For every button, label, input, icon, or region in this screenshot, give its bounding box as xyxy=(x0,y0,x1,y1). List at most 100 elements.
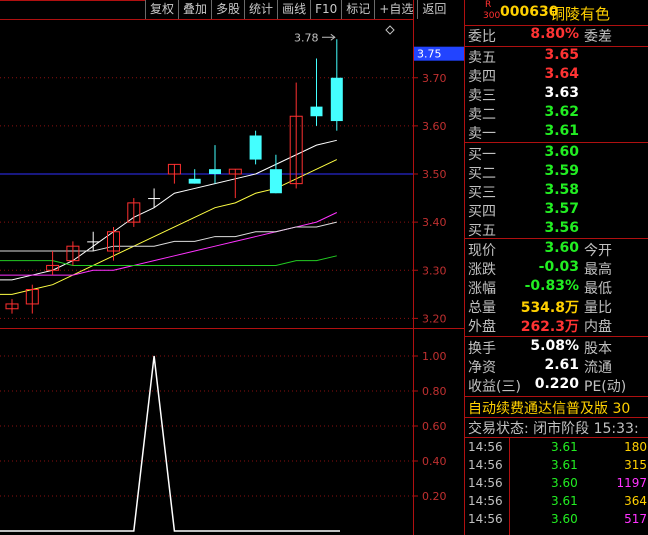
ask-row-label: 卖五 xyxy=(468,50,496,66)
quote-row: 现价 3.60 今开 xyxy=(465,240,648,259)
tick-price: 3.61 xyxy=(551,440,578,454)
quote-row-value: -0.03 xyxy=(538,259,579,275)
quote-row-label: 涨幅 xyxy=(468,281,496,297)
bid-row: 买五 3.56 xyxy=(465,220,648,239)
ask-row-label: 卖二 xyxy=(468,107,496,123)
diamond-marker xyxy=(385,25,395,35)
kline-chart[interactable]: 3.70 3.60 3.50 3.40 3.30 3.20 3.75 1.00 0.80 0.60… xyxy=(0,0,464,535)
tick-row: 14:56 3.60 517 xyxy=(465,512,648,531)
ratio-row: 委比 8.80% 委差 xyxy=(465,26,648,45)
ma-line-0 xyxy=(0,139,337,281)
ask-row: 卖二 3.62 xyxy=(465,104,648,123)
toolbar-button-8[interactable]: 返回 xyxy=(417,0,450,19)
tick-time: 14:56 xyxy=(468,440,503,454)
candle-body xyxy=(330,77,343,122)
tick-price: 3.60 xyxy=(551,476,578,490)
tick-price: 3.60 xyxy=(551,512,578,526)
extra-row-label: 净资 xyxy=(468,360,496,376)
price-tick-label: 3.70 xyxy=(422,72,447,85)
ask-row-label: 卖四 xyxy=(468,69,496,85)
quote-panel: R 300 000630 铜陵有色 委比 8.80% 委差 卖五 3.65 卖四 3.64 卖… xyxy=(464,0,648,535)
tick-volume: 364 xyxy=(624,494,647,508)
indicator-line xyxy=(0,355,340,532)
stock-name[interactable]: 铜陵有色 xyxy=(550,3,610,24)
candle-body xyxy=(249,135,262,160)
divider xyxy=(465,142,648,143)
ask-row-value: 3.62 xyxy=(544,104,579,120)
quote-row: 涨幅 -0.83% 最低 xyxy=(465,278,648,297)
bid-row-value: 3.58 xyxy=(544,182,579,198)
toolbar-button-0[interactable]: 复权 xyxy=(145,0,178,19)
r-badge: R xyxy=(485,0,492,10)
bid-row-value: 3.57 xyxy=(544,201,579,217)
quote-row-label2: 量比 xyxy=(584,300,612,316)
quote-row-value: 262.3万 xyxy=(520,319,579,335)
bid-row-label: 买一 xyxy=(468,147,496,163)
ask-row: 卖四 3.64 xyxy=(465,66,648,85)
tick-row: 14:56 3.61 364 xyxy=(465,494,648,513)
toolbar-button-4[interactable]: 画线 xyxy=(277,0,310,19)
ratio-row-label: 委比 xyxy=(468,29,496,45)
extra-row: 收益(三) 0.220 PE(动) xyxy=(465,376,648,395)
current-price-label: 3.75 xyxy=(417,48,442,61)
toolbar-button-6[interactable]: 标记 xyxy=(341,0,374,19)
trade-status: 交易状态: 闭市阶段 15:33: xyxy=(468,421,639,437)
bid-row: 买二 3.59 xyxy=(465,163,648,182)
ask-row-value: 3.64 xyxy=(544,66,579,82)
candle-body xyxy=(148,198,161,200)
tick-row: 14:56 3.61 180 xyxy=(465,440,648,459)
quote-row-label2: 最低 xyxy=(584,281,612,297)
tick-volume: 1197 xyxy=(616,476,647,490)
tick-volume: 180 xyxy=(624,440,647,454)
indicator-tick-label: 0.40 xyxy=(422,455,447,468)
ask-row: 卖一 3.61 xyxy=(465,123,648,142)
tick-time: 14:56 xyxy=(468,458,503,472)
bid-row-label: 买二 xyxy=(468,166,496,182)
candle-body xyxy=(188,178,201,184)
tick-row: 14:56 3.60 1197 xyxy=(465,476,648,495)
quote-row-label: 总量 xyxy=(468,300,496,316)
ma-line-3 xyxy=(0,221,337,252)
tick-volume: 517 xyxy=(624,512,647,526)
candle-body xyxy=(209,169,221,174)
indicator-tick-label: 0.60 xyxy=(422,420,447,433)
tick-time: 14:56 xyxy=(468,512,503,526)
indicator-tick-label: 0.80 xyxy=(422,385,447,398)
price-tick-label: 3.60 xyxy=(422,120,447,133)
toolbar-button-3[interactable]: 统计 xyxy=(244,0,277,19)
bid-row: 买三 3.58 xyxy=(465,182,648,201)
extra-row-label2: 股本 xyxy=(584,341,612,357)
quote-row: 涨跌 -0.03 最高 xyxy=(465,259,648,278)
tick-time: 14:56 xyxy=(468,494,503,508)
quote-row-label2: 内盘 xyxy=(584,319,612,335)
renew-banner[interactable]: 自动续费通达信普及版 30 xyxy=(468,398,630,418)
toolbar-button-5[interactable]: F10 xyxy=(310,0,341,19)
toolbar-button-7[interactable]: +自选 xyxy=(374,0,417,19)
quote-row: 外盘 262.3万 内盘 xyxy=(465,316,648,335)
extra-row-value: 2.61 xyxy=(544,357,579,373)
quote-row-label: 涨跌 xyxy=(468,262,496,278)
bid-row-value: 3.56 xyxy=(544,220,579,236)
ratio-row-value: 8.80% xyxy=(530,26,579,42)
extra-row-value: 0.220 xyxy=(534,376,579,392)
ask-row-label: 卖一 xyxy=(468,126,496,142)
ask-row-value: 3.65 xyxy=(544,47,579,63)
toolbar-button-2[interactable]: 多股 xyxy=(211,0,244,19)
bid-row: 买四 3.57 xyxy=(465,201,648,220)
extra-row: 净资 2.61 流通 xyxy=(465,357,648,376)
tick-time: 14:56 xyxy=(468,476,503,490)
tick-price: 3.61 xyxy=(551,458,578,472)
ma-line-1 xyxy=(0,159,338,295)
extra-row-label: 收益(三) xyxy=(468,379,521,395)
toolbar-button-1[interactable]: 叠加 xyxy=(178,0,211,19)
quote-row-label: 现价 xyxy=(468,243,496,259)
ask-row: 卖三 3.63 xyxy=(465,85,648,104)
ask-row-value: 3.61 xyxy=(544,123,579,139)
price-tick-label: 3.50 xyxy=(422,168,447,181)
bid-row-label: 买四 xyxy=(468,204,496,220)
divider xyxy=(465,238,648,239)
extra-row-label2: 流通 xyxy=(584,360,612,376)
candle-body xyxy=(310,106,323,117)
quote-row: 总量 534.8万 量比 xyxy=(465,297,648,316)
extra-row: 换手 5.08% 股本 xyxy=(465,338,648,357)
